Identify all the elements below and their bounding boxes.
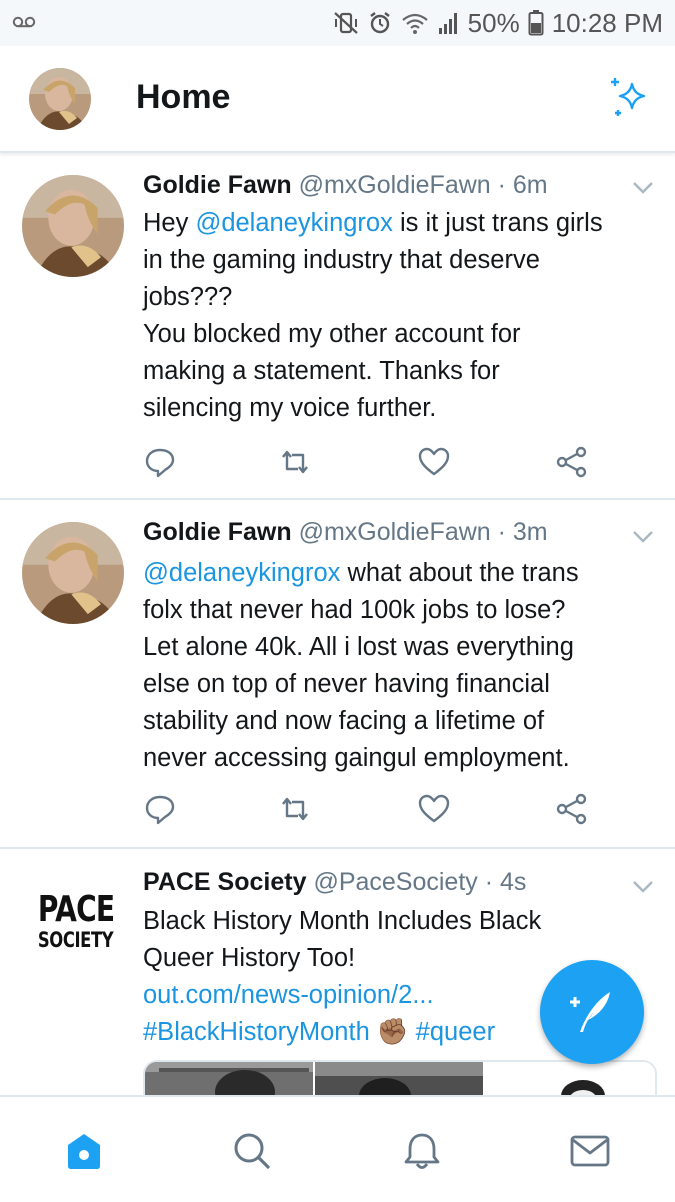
reply-icon[interactable] <box>143 792 177 826</box>
tweet-text-line: making a statement. Thanks for <box>143 353 653 390</box>
retweet-icon[interactable] <box>278 445 312 479</box>
share-icon[interactable] <box>555 792 589 826</box>
tweet-actions <box>143 792 603 826</box>
tweet-text-line: Black History Month Includes Black <box>143 903 653 940</box>
wifi-icon <box>401 13 428 34</box>
author-name[interactable]: Goldie Fawn <box>143 518 292 546</box>
tweet-time: 6m <box>512 171 548 199</box>
text-segment: what about the trans <box>340 559 579 587</box>
text-segment: else on top of never having financial <box>143 670 550 698</box>
tweet-text: @delaneykingrox what about the trans folx… <box>143 555 653 777</box>
meta-separator: · <box>490 518 513 546</box>
author-handle: @mxGoldieFawn <box>298 518 491 546</box>
meta-separator: · <box>477 868 500 896</box>
battery-percent: 50% <box>467 7 520 38</box>
heart-icon[interactable] <box>417 445 451 479</box>
text-segment: Let alone 40k. All i lost was everything <box>143 633 574 661</box>
tweet-text-line: in the gaming industry that deserve <box>143 242 653 279</box>
text-segment: is it just trans girls <box>392 209 603 237</box>
hashtag-link[interactable]: #queer <box>416 1018 495 1046</box>
text-segment: jobs??? <box>143 283 233 311</box>
tweet-text-line: @delaneykingrox what about the trans <box>143 555 653 592</box>
author-handle: @mxGoldieFawn <box>298 171 491 199</box>
author-name[interactable]: PACE Society <box>143 868 306 896</box>
compose-tweet-button[interactable] <box>540 960 644 1064</box>
tweet-avatar[interactable] <box>22 522 124 624</box>
tweet-header: Goldie Fawn @mxGoldieFawn · 6m <box>143 171 548 200</box>
battery-icon <box>528 10 544 36</box>
text-segment: Hey <box>143 209 196 237</box>
tweet-text-line: jobs??? <box>143 279 653 316</box>
tweet-time: 4s <box>500 868 527 896</box>
hashtag-link[interactable]: #BlackHistoryMonth <box>143 1018 370 1046</box>
tweet-time: 3m <box>512 518 548 546</box>
sparkle-icon[interactable] <box>606 74 654 122</box>
chevron-down-icon[interactable] <box>632 880 654 894</box>
tweet-text-line: folx that never had 100k jobs to lose? <box>143 592 653 629</box>
tweet-text-line: else on top of never having financial <box>143 666 653 703</box>
mail-icon[interactable] <box>570 1131 610 1171</box>
text-segment: Black History Month Includes Black <box>143 907 542 935</box>
alarm-icon <box>369 12 390 34</box>
chevron-down-icon[interactable] <box>632 181 654 195</box>
meta-separator: · <box>490 171 513 199</box>
bell-icon[interactable] <box>402 1131 442 1171</box>
tweet-text-line: never accessing gaingul employment. <box>143 740 653 777</box>
text-segment: never accessing gaingul employment. <box>143 744 570 772</box>
author-handle: @PaceSociety <box>313 868 478 896</box>
signal-icon <box>438 13 457 34</box>
tweet[interactable]: Goldie Fawn @mxGoldieFawn · 6m Hey @dela… <box>0 153 675 500</box>
tweet-actions <box>143 445 603 479</box>
pace-society-logo[interactable]: PACE SOCIETY <box>28 892 118 962</box>
clock: 10:28 PM <box>551 7 663 38</box>
tweet-text-line: Hey @delaneykingrox is it just trans gir… <box>143 205 653 242</box>
text-segment: folx that never had 100k jobs to lose? <box>143 596 566 624</box>
text-segment: You blocked my other account for <box>143 320 521 348</box>
profile-avatar[interactable] <box>29 68 91 130</box>
compose-tweet-icon <box>570 992 610 1032</box>
tweet-header: Goldie Fawn @mxGoldieFawn · 3m <box>143 518 548 547</box>
author-name[interactable]: Goldie Fawn <box>143 171 292 199</box>
tweet-text-line: stability and now facing a lifetime of <box>143 703 653 740</box>
tweet-text-line: silencing my voice further. <box>143 390 653 427</box>
voicemail-icon <box>12 16 36 28</box>
tweet-header: PACE Society @PaceSociety · 4s <box>143 868 526 897</box>
tweet-text-line: You blocked my other account for <box>143 316 653 353</box>
tweet[interactable]: Goldie Fawn @mxGoldieFawn · 3m @delaneyk… <box>0 500 675 849</box>
tweet-avatar[interactable] <box>22 175 124 277</box>
bottom-tab-bar <box>0 1095 675 1202</box>
url-link[interactable]: out.com/news-opinion/2... <box>143 981 434 1009</box>
vibrate-mute-icon <box>333 12 358 34</box>
logo-line-2: SOCIETY <box>37 928 114 952</box>
status-bar: 50% 10:28 PM <box>0 0 675 46</box>
mention-link[interactable]: @delaneykingrox <box>195 209 392 237</box>
text-segment: in the gaming industry that deserve <box>143 246 540 274</box>
reply-icon[interactable] <box>143 445 177 479</box>
search-icon[interactable] <box>232 1131 272 1171</box>
tweet-text-line: Let alone 40k. All i lost was everything <box>143 629 653 666</box>
tweet-text: Hey @delaneykingrox is it just trans gir… <box>143 205 653 427</box>
home-icon[interactable] <box>64 1131 104 1171</box>
text-segment: Queer History Too! <box>143 944 356 972</box>
page-title: Home <box>136 78 231 116</box>
app-header: Home <box>0 46 675 153</box>
logo-line-1: PACE <box>37 889 115 930</box>
text-segment: making a statement. Thanks for <box>143 357 500 385</box>
mention-link[interactable]: @delaneykingrox <box>143 559 340 587</box>
heart-icon[interactable] <box>417 792 451 826</box>
text-segment: ✊🏽 <box>369 1018 416 1046</box>
retweet-icon[interactable] <box>278 792 312 826</box>
share-icon[interactable] <box>555 445 589 479</box>
chevron-down-icon[interactable] <box>632 530 654 544</box>
text-segment: silencing my voice further. <box>143 394 437 422</box>
text-segment: stability and now facing a lifetime of <box>143 707 545 735</box>
